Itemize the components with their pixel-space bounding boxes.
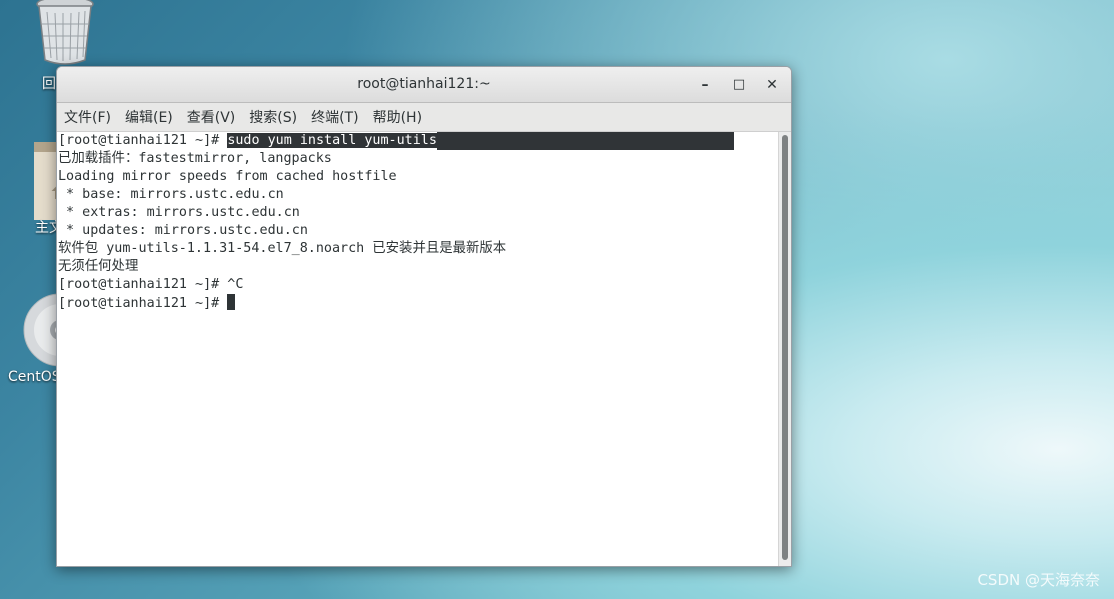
minimize-button[interactable]: – (695, 75, 715, 95)
trash-icon (36, 0, 94, 65)
selection-fill: ​ (436, 132, 734, 150)
prompt: [root@tianhai121 ~]# (58, 133, 228, 148)
scrollbar-thumb[interactable] (782, 135, 788, 560)
terminal-line: [root@tianhai121 ~]# sudo yum install yu… (57, 132, 778, 150)
title-bar[interactable]: root@tianhai121:~ – □ ✕ (57, 67, 791, 103)
terminal-line: * extras: mirrors.ustc.edu.cn (58, 205, 300, 220)
terminal-line: 无须任何处理 (58, 259, 139, 274)
terminal-line: [root@tianhai121 ~]# ^C (58, 277, 244, 292)
menu-terminal[interactable]: 终端(T) (311, 107, 358, 127)
close-button[interactable]: ✕ (762, 75, 782, 95)
text-cursor (227, 294, 236, 310)
maximize-button[interactable]: □ (729, 75, 749, 95)
watermark: CSDN @天海奈奈 (977, 571, 1100, 589)
menu-file[interactable]: 文件(F) (64, 107, 111, 127)
menu-search[interactable]: 搜索(S) (249, 107, 297, 127)
scrollbar[interactable] (778, 132, 791, 566)
menu-bar: 文件(F) 编辑(E) 查看(V) 搜索(S) 终端(T) 帮助(H) (57, 103, 791, 132)
menu-view[interactable]: 查看(V) (187, 107, 236, 127)
terminal-output[interactable]: [root@tianhai121 ~]# sudo yum install yu… (57, 132, 778, 566)
terminal-line: 已加载插件：fastestmirror, langpacks (58, 151, 332, 166)
prompt: [root@tianhai121 ~]# (58, 296, 228, 311)
terminal-line: Loading mirror speeds from cached hostfi… (58, 169, 397, 184)
desktop: 回 主文 CentOS CSDN @天海奈奈 root@tianhai121:~… (0, 0, 1114, 599)
terminal-line: * base: mirrors.ustc.edu.cn (58, 187, 284, 202)
terminal-line: * updates: mirrors.ustc.edu.cn (58, 223, 308, 238)
selected-command: sudo yum install yum-utils (227, 133, 437, 148)
window-title: root@tianhai121:~ (357, 76, 491, 92)
terminal-line: [root@tianhai121 ~]# (57, 294, 778, 312)
menu-help[interactable]: 帮助(H) (373, 107, 422, 127)
terminal-window[interactable]: root@tianhai121:~ – □ ✕ 文件(F) 编辑(E) 查看(V… (56, 66, 792, 567)
terminal-line: 软件包 yum-utils-1.1.31-54.el7_8.noarch 已安装… (58, 241, 507, 256)
menu-edit[interactable]: 编辑(E) (125, 107, 173, 127)
